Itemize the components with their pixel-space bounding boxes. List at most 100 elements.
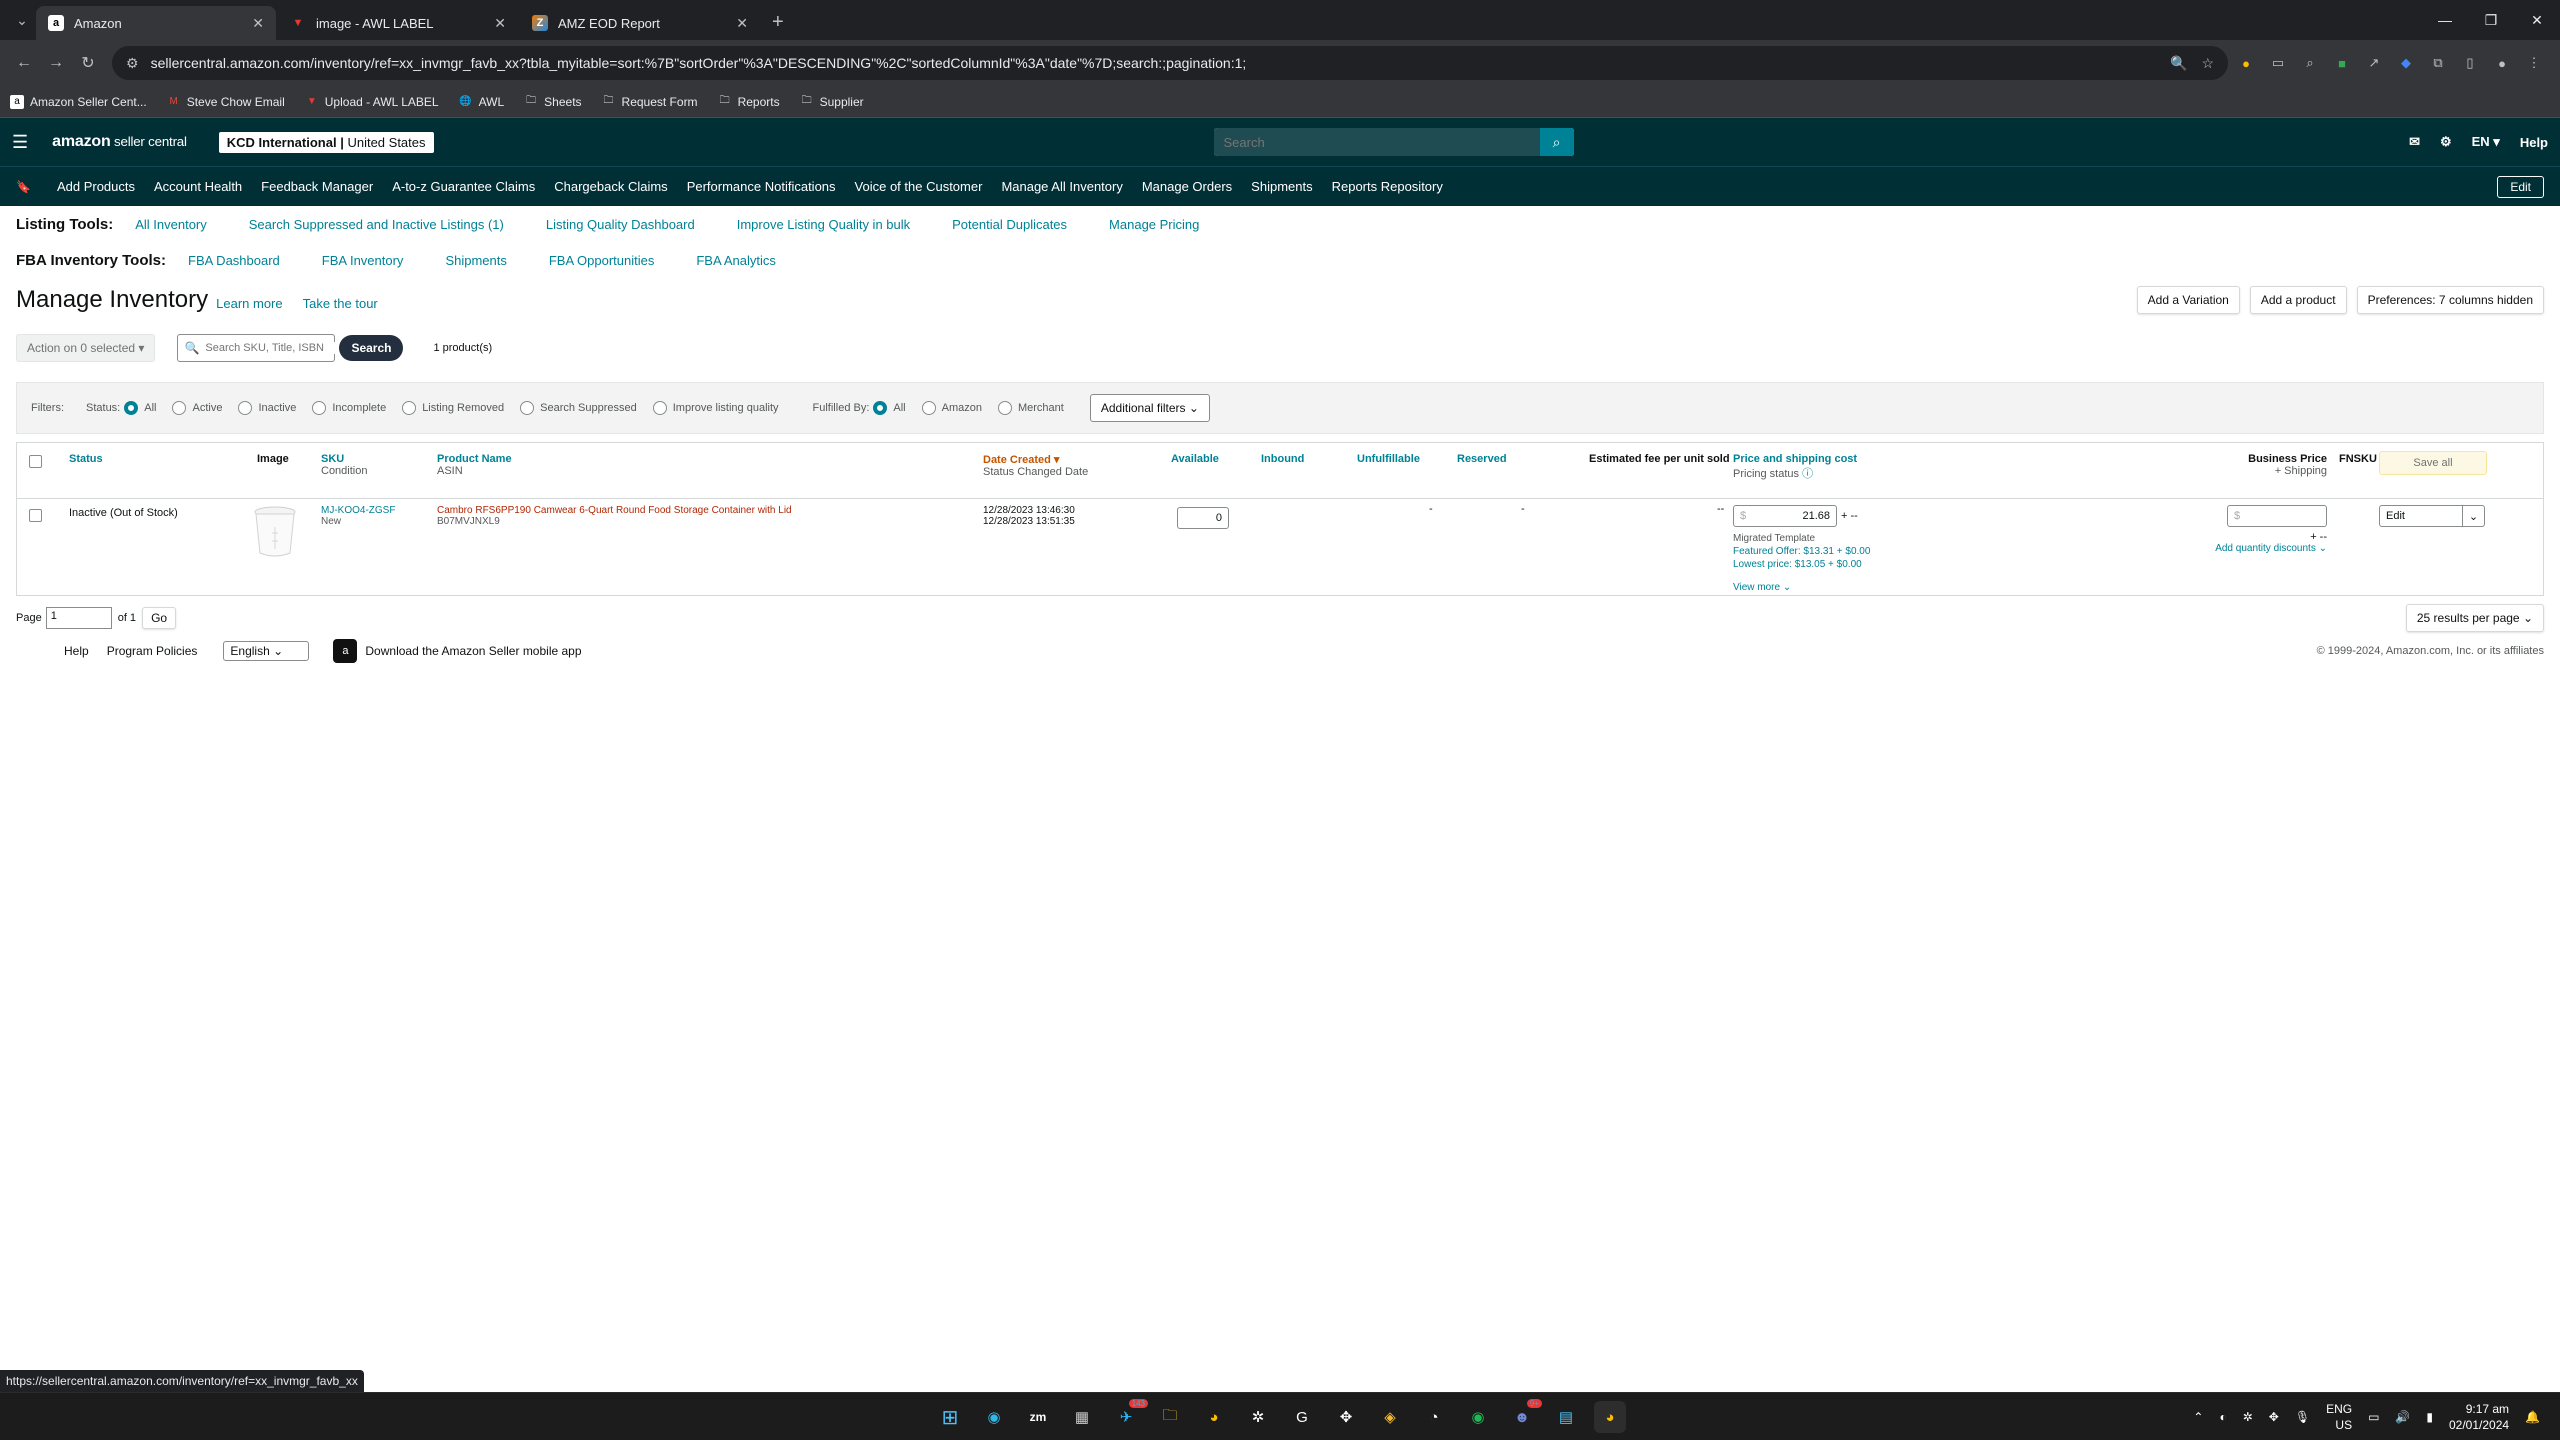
radio-selected[interactable]: [873, 401, 888, 415]
app-shield-icon[interactable]: ◔: [1418, 1401, 1450, 1433]
tray-mic-icon[interactable]: 🎙: [2295, 1410, 2310, 1424]
fulfilled-all-option[interactable]: All: [869, 401, 906, 415]
extension-search-icon[interactable]: ⌕: [2300, 53, 2320, 73]
extension-blue-icon[interactable]: ◆: [2396, 53, 2416, 73]
product-thumbnail[interactable]: [253, 505, 297, 562]
mail-icon[interactable]: ✉: [2409, 134, 2420, 150]
link-listing-quality[interactable]: Listing Quality Dashboard: [546, 217, 695, 232]
hamburger-menu-icon[interactable]: ☰: [12, 132, 28, 153]
bookmark-star-icon[interactable]: ☆: [2201, 55, 2214, 72]
browser-tab-amazon[interactable]: a Amazon ✕: [36, 6, 276, 40]
col-status[interactable]: Status: [69, 453, 103, 465]
nav-shipments[interactable]: Shipments: [1251, 179, 1312, 194]
inventory-search-input[interactable]: [205, 342, 336, 354]
nav-feedback-manager[interactable]: Feedback Manager: [261, 179, 373, 194]
nav-chargeback-claims[interactable]: Chargeback Claims: [554, 179, 667, 194]
edit-dropdown-chevron-icon[interactable]: ⌄: [2463, 505, 2485, 527]
minimize-icon[interactable]: —: [2422, 0, 2468, 40]
fulfilled-merchant-option[interactable]: Merchant: [994, 401, 1064, 415]
results-per-page-select[interactable]: 25 results per page ⌄: [2405, 604, 2544, 632]
bookmark-icon[interactable]: 🔖: [16, 180, 31, 194]
browser-tab-awl-label[interactable]: ▼ image - AWL LABEL ✕: [278, 6, 518, 40]
maximize-icon[interactable]: ❐: [2468, 0, 2514, 40]
new-tab-icon[interactable]: +: [762, 11, 794, 34]
reload-icon[interactable]: ↻: [72, 47, 104, 79]
link-fba-inventory[interactable]: FBA Inventory: [322, 253, 404, 268]
tray-app-icon[interactable]: ✥: [2269, 1410, 2279, 1424]
row-sku[interactable]: MJ-KOO4-ZGSF: [321, 505, 395, 516]
fulfilled-amazon-option[interactable]: Amazon: [918, 401, 982, 415]
windows-start-icon[interactable]: ⊞: [934, 1401, 966, 1433]
col-date-created[interactable]: Date Created ▾: [983, 453, 1088, 466]
account-switcher[interactable]: KCD International | United States: [218, 131, 434, 153]
add-product-button[interactable]: Add a product: [2249, 286, 2347, 314]
extension-chrome-icon[interactable]: ●: [2236, 53, 2256, 73]
input-language[interactable]: ENG US: [2326, 1401, 2352, 1433]
notepad-icon[interactable]: ▤: [1550, 1401, 1582, 1433]
radio[interactable]: [652, 401, 667, 415]
file-explorer-icon[interactable]: 🗀: [1154, 1401, 1186, 1433]
nav-atoz-claims[interactable]: A-to-z Guarantee Claims: [392, 179, 535, 194]
bookmark-steve-chow[interactable]: M Steve Chow Email: [167, 95, 285, 109]
col-reserved[interactable]: Reserved: [1457, 453, 1507, 465]
header-search-input[interactable]: [1213, 128, 1540, 156]
spotify-icon[interactable]: ◉: [1462, 1401, 1494, 1433]
col-status-changed[interactable]: Status Changed Date: [983, 466, 1088, 478]
settings-gear-icon[interactable]: ⚙: [2440, 134, 2452, 150]
radio[interactable]: [921, 401, 936, 415]
row-product-name[interactable]: Cambro RFS6PP190 Camwear 6-Quart Round F…: [437, 505, 792, 516]
link-fba-opportunities[interactable]: FBA Opportunities: [549, 253, 655, 268]
side-panel-icon[interactable]: ▯: [2460, 53, 2480, 73]
edge-icon[interactable]: ◉: [978, 1401, 1010, 1433]
notification-bell-icon[interactable]: 🔔: [2525, 1410, 2540, 1424]
taskbar-clock[interactable]: 9:17 am 02/01/2024: [2449, 1401, 2509, 1433]
status-incomplete-option[interactable]: Incomplete: [308, 401, 386, 415]
binance-icon[interactable]: ◈: [1374, 1401, 1406, 1433]
radio[interactable]: [402, 401, 417, 415]
col-pricing-status[interactable]: Pricing status ⓘ: [1733, 468, 1813, 480]
status-search-suppressed-option[interactable]: Search Suppressed: [516, 401, 637, 415]
nav-manage-orders[interactable]: Manage Orders: [1142, 179, 1232, 194]
col-inbound[interactable]: Inbound: [1261, 453, 1304, 465]
add-quantity-discounts-link[interactable]: Add quantity discounts ⌄: [2197, 543, 2327, 554]
help-link[interactable]: Help: [2520, 135, 2548, 150]
row-checkbox[interactable]: [29, 509, 42, 522]
take-tour-link[interactable]: Take the tour: [303, 296, 378, 311]
link-all-inventory[interactable]: All Inventory: [135, 217, 207, 232]
link-potential-duplicates[interactable]: Potential Duplicates: [952, 217, 1067, 232]
link-suppressed-inactive[interactable]: Search Suppressed and Inactive Listings …: [249, 217, 504, 232]
additional-filters-button[interactable]: Additional filters ⌄: [1089, 394, 1210, 422]
bookmark-awl[interactable]: 🌐 AWL: [459, 95, 504, 109]
footer-help-link[interactable]: Help: [64, 644, 89, 658]
col-sku[interactable]: SKU: [321, 453, 367, 465]
col-condition[interactable]: Condition: [321, 465, 367, 477]
radio[interactable]: [997, 401, 1012, 415]
extensions-puzzle-icon[interactable]: ⧉: [2428, 53, 2448, 73]
close-tab-icon[interactable]: ✕: [252, 15, 264, 32]
radio[interactable]: [172, 401, 187, 415]
chrome-icon[interactable]: ◕: [1198, 1401, 1230, 1433]
link-fba-analytics[interactable]: FBA Analytics: [696, 253, 775, 268]
zoom-icon[interactable]: 🔍: [2170, 55, 2187, 72]
bookmark-supplier[interactable]: 🗀 Supplier: [800, 95, 864, 109]
save-all-button[interactable]: Save all: [2379, 451, 2487, 475]
available-quantity-input[interactable]: 0: [1177, 507, 1229, 529]
calculator-icon[interactable]: ▦: [1066, 1401, 1098, 1433]
business-price-input[interactable]: $: [2227, 505, 2327, 527]
discord-icon[interactable]: ☻ 9+: [1506, 1399, 1542, 1433]
link-manage-pricing[interactable]: Manage Pricing: [1109, 217, 1199, 232]
edit-button[interactable]: Edit: [2379, 505, 2463, 527]
tab-search-button[interactable]: ⌄: [8, 6, 36, 34]
col-asin[interactable]: ASIN: [437, 465, 463, 477]
nav-reports-repository[interactable]: Reports Repository: [1332, 179, 1443, 194]
browser-tab-amz-eod[interactable]: Z AMZ EOD Report ✕: [520, 6, 760, 40]
extension-green-icon[interactable]: ■: [2332, 53, 2352, 73]
nav-manage-all-inventory[interactable]: Manage All Inventory: [1001, 179, 1122, 194]
radio[interactable]: [238, 401, 253, 415]
bookmark-amazon-seller[interactable]: a Amazon Seller Cent...: [10, 94, 147, 109]
extension-arrow-icon[interactable]: ↗: [2364, 53, 2384, 73]
close-tab-icon[interactable]: ✕: [494, 15, 506, 32]
zoom-app-icon[interactable]: zm: [1022, 1401, 1054, 1433]
status-improve-quality-option[interactable]: Improve listing quality: [649, 401, 779, 415]
mail-app-icon[interactable]: ✈ 143: [1110, 1399, 1148, 1433]
